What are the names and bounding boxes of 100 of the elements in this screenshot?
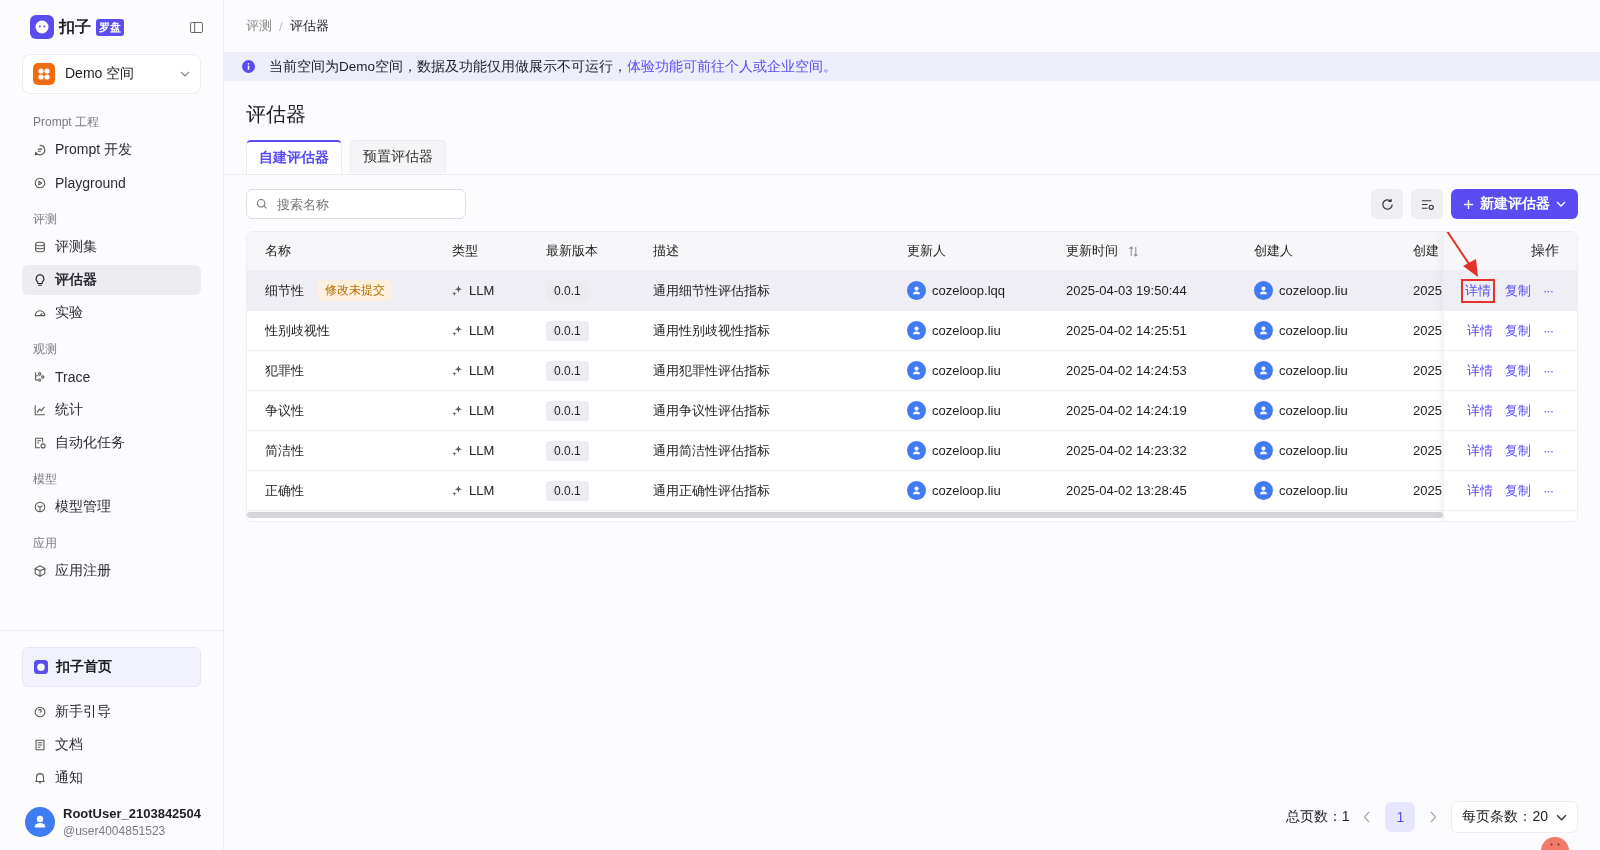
avatar-icon [1254, 361, 1273, 380]
page-number[interactable]: 1 [1385, 802, 1416, 832]
table-cell: cozeloop.liu [1279, 483, 1348, 498]
nav-item[interactable]: 统计 [22, 395, 201, 425]
more-actions-button[interactable]: ··· [1543, 483, 1559, 498]
table-cell: 争议性 [265, 401, 304, 420]
tab[interactable]: 自建评估器 [246, 140, 342, 174]
table-cell: 通用性别歧视性指标 [653, 321, 770, 340]
previous-page-icon[interactable] [1363, 811, 1372, 823]
sort-icon[interactable] [1128, 245, 1139, 257]
table-row[interactable]: 性别歧视性 LLM 0.0.1 通用性别歧视性指标 cozeloop.liu 2025-04-02 14:25:51 cozeloop.liu 2025 [247, 311, 1443, 351]
new-evaluator-button[interactable]: 新建评估器 [1451, 189, 1578, 219]
avatar-icon [907, 441, 926, 460]
sparkle-icon [452, 405, 463, 416]
table-cell: cozeloop.liu [1279, 323, 1348, 338]
nav-item[interactable]: Prompt 开发 [22, 135, 201, 165]
nav-item[interactable]: Playground [22, 168, 201, 198]
detail-link[interactable]: 详情 [1467, 441, 1493, 460]
detail-link[interactable]: 详情 [1467, 401, 1493, 420]
copy-link[interactable]: 复制 [1505, 281, 1531, 300]
table-cell: 通用简洁性评估指标 [653, 441, 770, 460]
scrollbar-thumb[interactable] [247, 512, 1443, 518]
table-cell: 2025 [1413, 403, 1442, 418]
detail-link[interactable]: 详情 [1467, 481, 1493, 500]
table-cell: LLM [469, 483, 495, 498]
logo-icon [34, 660, 48, 674]
workspace-selector[interactable]: Demo 空间 [22, 54, 201, 94]
table-cell: 通用细节性评估指标 [653, 281, 770, 300]
chart-icon [33, 403, 47, 417]
nav-item[interactable]: 实验 [22, 298, 201, 328]
table-cell: 2025-04-02 14:24:19 [1066, 403, 1187, 418]
nav-item[interactable]: 自动化任务 [22, 428, 201, 458]
detail-link[interactable]: 详情 [1467, 321, 1493, 340]
table-cell: 通用犯罪性评估指标 [653, 361, 770, 380]
table-cell: 通用正确性评估指标 [653, 481, 770, 500]
sparkle-icon [452, 365, 463, 376]
nav-item[interactable]: 文档 [22, 730, 201, 760]
more-actions-button[interactable]: ··· [1543, 323, 1559, 338]
sidebar-toggle-icon[interactable] [190, 21, 203, 33]
avatar-icon [1254, 481, 1273, 500]
column-header: 最新版本 [546, 242, 598, 260]
avatar-icon [907, 281, 926, 300]
table-cell: 2025 [1413, 483, 1442, 498]
info-icon [242, 60, 255, 73]
copy-link[interactable]: 复制 [1505, 401, 1531, 420]
table-row[interactable]: 争议性 LLM 0.0.1 通用争议性评估指标 cozeloop.liu 2025-04-02 14:24:19 cozeloop.liu 2025 [247, 391, 1443, 431]
avatar-icon[interactable] [25, 807, 55, 837]
avatar-icon [1254, 321, 1273, 340]
sparkle-icon [452, 445, 463, 456]
table-cell: LLM [469, 363, 495, 378]
table-cell: cozeloop.liu [932, 363, 1001, 378]
table-row[interactable]: 犯罪性 LLM 0.0.1 通用犯罪性评估指标 cozeloop.liu 2025-04-02 14:24:53 cozeloop.liu 2025 [247, 351, 1443, 391]
avatar-icon [907, 481, 926, 500]
column-header: 类型 [452, 242, 478, 260]
table-cell: cozeloop.lqq [932, 283, 1005, 298]
copy-link[interactable]: 复制 [1505, 361, 1531, 380]
home-link[interactable]: 扣子首页 [22, 647, 201, 687]
avatar-icon [1254, 281, 1273, 300]
table-cell: 性别歧视性 [265, 321, 330, 340]
more-actions-button[interactable]: ··· [1543, 363, 1559, 378]
copy-link[interactable]: 复制 [1505, 441, 1531, 460]
section-title: 模型 [32, 471, 58, 488]
search-field[interactable]: 搜索名称 [246, 189, 466, 219]
table-row[interactable]: 简洁性 LLM 0.0.1 通用简洁性评估指标 cozeloop.liu 2025-04-02 14:23:32 cozeloop.liu 2025 [247, 431, 1443, 471]
breadcrumb-item[interactable]: 评测 [246, 17, 272, 35]
nav-item[interactable]: 新手引导 [22, 697, 201, 727]
copy-link[interactable]: 复制 [1505, 321, 1531, 340]
column-settings-button[interactable] [1411, 189, 1443, 219]
table-cell: cozeloop.liu [932, 443, 1001, 458]
logo-text: 扣子 [59, 16, 91, 37]
more-actions-button[interactable]: ··· [1543, 443, 1559, 458]
nav-item[interactable]: 评估器 [22, 265, 201, 295]
table-cell: 细节性 [265, 281, 304, 300]
logo-badge: 罗盘 [96, 18, 124, 36]
play-icon [33, 176, 47, 190]
tab[interactable]: 预置评估器 [350, 140, 446, 173]
refresh-button[interactable] [1371, 189, 1403, 219]
section-title: 评测 [32, 211, 58, 228]
nav-item[interactable]: 模型管理 [22, 492, 201, 522]
refresh-icon [1379, 196, 1395, 212]
nav-item[interactable]: 应用注册 [22, 556, 201, 586]
nav-item[interactable]: Trace [22, 362, 201, 392]
mascot-icon[interactable] [1540, 836, 1570, 850]
nav-item[interactable]: 评测集 [22, 232, 201, 262]
next-page-icon[interactable] [1429, 811, 1438, 823]
detail-link[interactable]: 详情 [1467, 361, 1493, 380]
help-icon [33, 705, 47, 719]
more-actions-button[interactable]: ··· [1543, 283, 1559, 298]
detail-link[interactable]: 详情 [1463, 280, 1493, 301]
more-actions-button[interactable]: ··· [1543, 403, 1559, 418]
notice-link[interactable]: 体验功能可前往个人或企业空间。 [627, 57, 837, 76]
column-header: 名称 [265, 242, 291, 260]
table-cell: 2025 [1413, 443, 1442, 458]
page-size-selector[interactable]: 每页条数：20 [1451, 801, 1578, 833]
table-row[interactable]: 细节性 修改未提交 LLM 0.0.1 通用细节性评估指标 cozeloop.lqq 2025-04-03 19:50:44 cozeloop.liu 2025 [247, 271, 1443, 311]
copy-link[interactable]: 复制 [1505, 481, 1531, 500]
bell-icon [33, 771, 47, 785]
nav-item[interactable]: 通知 [22, 763, 201, 793]
version-tag: 0.0.1 [546, 360, 589, 381]
table-cell: 犯罪性 [265, 361, 304, 380]
